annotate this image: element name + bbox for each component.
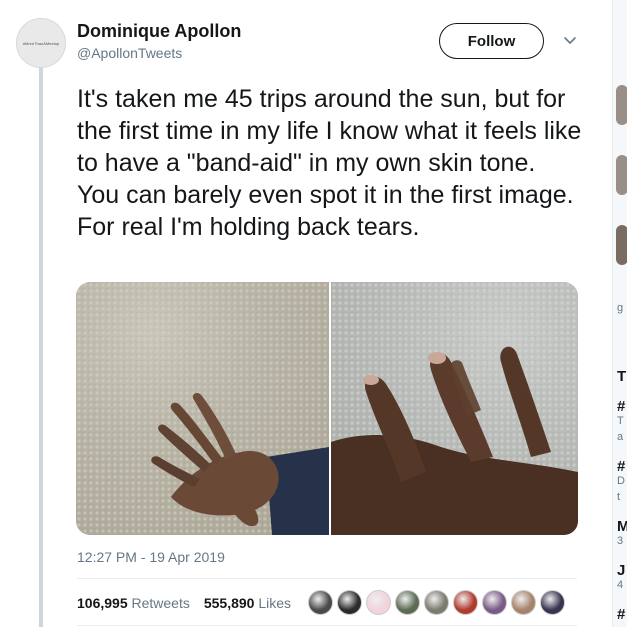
author-display-name[interactable]: Dominique Apollon (77, 21, 241, 42)
liker-avatar[interactable] (511, 590, 536, 615)
liker-avatar[interactable] (540, 590, 565, 615)
sidebar-text-fragment: a (617, 431, 624, 443)
likes-label: Likes (258, 595, 292, 611)
likes-stat[interactable]: 555,890 Likes (204, 595, 291, 611)
sidebar-text-fragment: T (617, 368, 627, 385)
author-handle[interactable]: @ApollonTweets (77, 45, 182, 61)
divider-bottom (77, 625, 577, 626)
avatar-text: #MoreThanAMeetup (22, 40, 60, 46)
divider (77, 578, 577, 579)
sidebar-text-fragment: D (617, 475, 625, 487)
sidebar-thumbnail[interactable] (616, 85, 627, 125)
liker-avatar[interactable] (395, 590, 420, 615)
liker-avatar[interactable] (453, 590, 478, 615)
sidebar-text-fragment: 4 (617, 579, 624, 591)
liker-avatar[interactable] (366, 590, 391, 615)
sidebar-text-fragment: T (617, 415, 624, 427)
liker-avatars (308, 590, 565, 615)
sidebar-text-fragment: # (617, 398, 626, 415)
sidebar-text-fragment: t (617, 491, 621, 503)
retweets-count: 106,995 (77, 595, 128, 611)
avatar[interactable]: #MoreThanAMeetup (16, 18, 66, 68)
liker-avatar[interactable] (424, 590, 449, 615)
retweets-label: Retweets (131, 595, 190, 611)
tweet-timestamp[interactable]: 12:27 PM - 19 Apr 2019 (77, 549, 225, 565)
photo-hand-carpet[interactable] (76, 282, 329, 535)
tweet-text: It's taken me 45 trips around the sun, b… (77, 85, 582, 241)
liker-avatar[interactable] (482, 590, 507, 615)
photo-finger-bandaid[interactable] (331, 282, 578, 535)
sidebar-text-fragment: 3 (617, 535, 624, 547)
engagement-stats: 106,995 Retweets 555,890 Likes (77, 595, 291, 611)
liker-avatar[interactable] (308, 590, 333, 615)
sidebar-thumbnail[interactable] (616, 155, 627, 195)
liker-avatar[interactable] (337, 590, 362, 615)
sidebar-text-fragment: g (617, 302, 624, 314)
tweet-media[interactable] (76, 282, 578, 535)
likes-count: 555,890 (203, 595, 255, 611)
follow-button[interactable]: Follow (439, 23, 544, 59)
chevron-down-icon[interactable] (561, 32, 579, 50)
sidebar-text-fragment: M (617, 518, 627, 535)
sidebar-peek: gT#Ta#DtM3J4# (612, 0, 627, 627)
sidebar-text-fragment: # (617, 458, 626, 475)
sidebar-text-fragment: J (617, 562, 626, 579)
thread-line (39, 68, 43, 627)
retweets-stat[interactable]: 106,995 Retweets (77, 595, 190, 611)
sidebar-thumbnail[interactable] (616, 225, 627, 265)
sidebar-text-fragment: # (617, 606, 626, 623)
